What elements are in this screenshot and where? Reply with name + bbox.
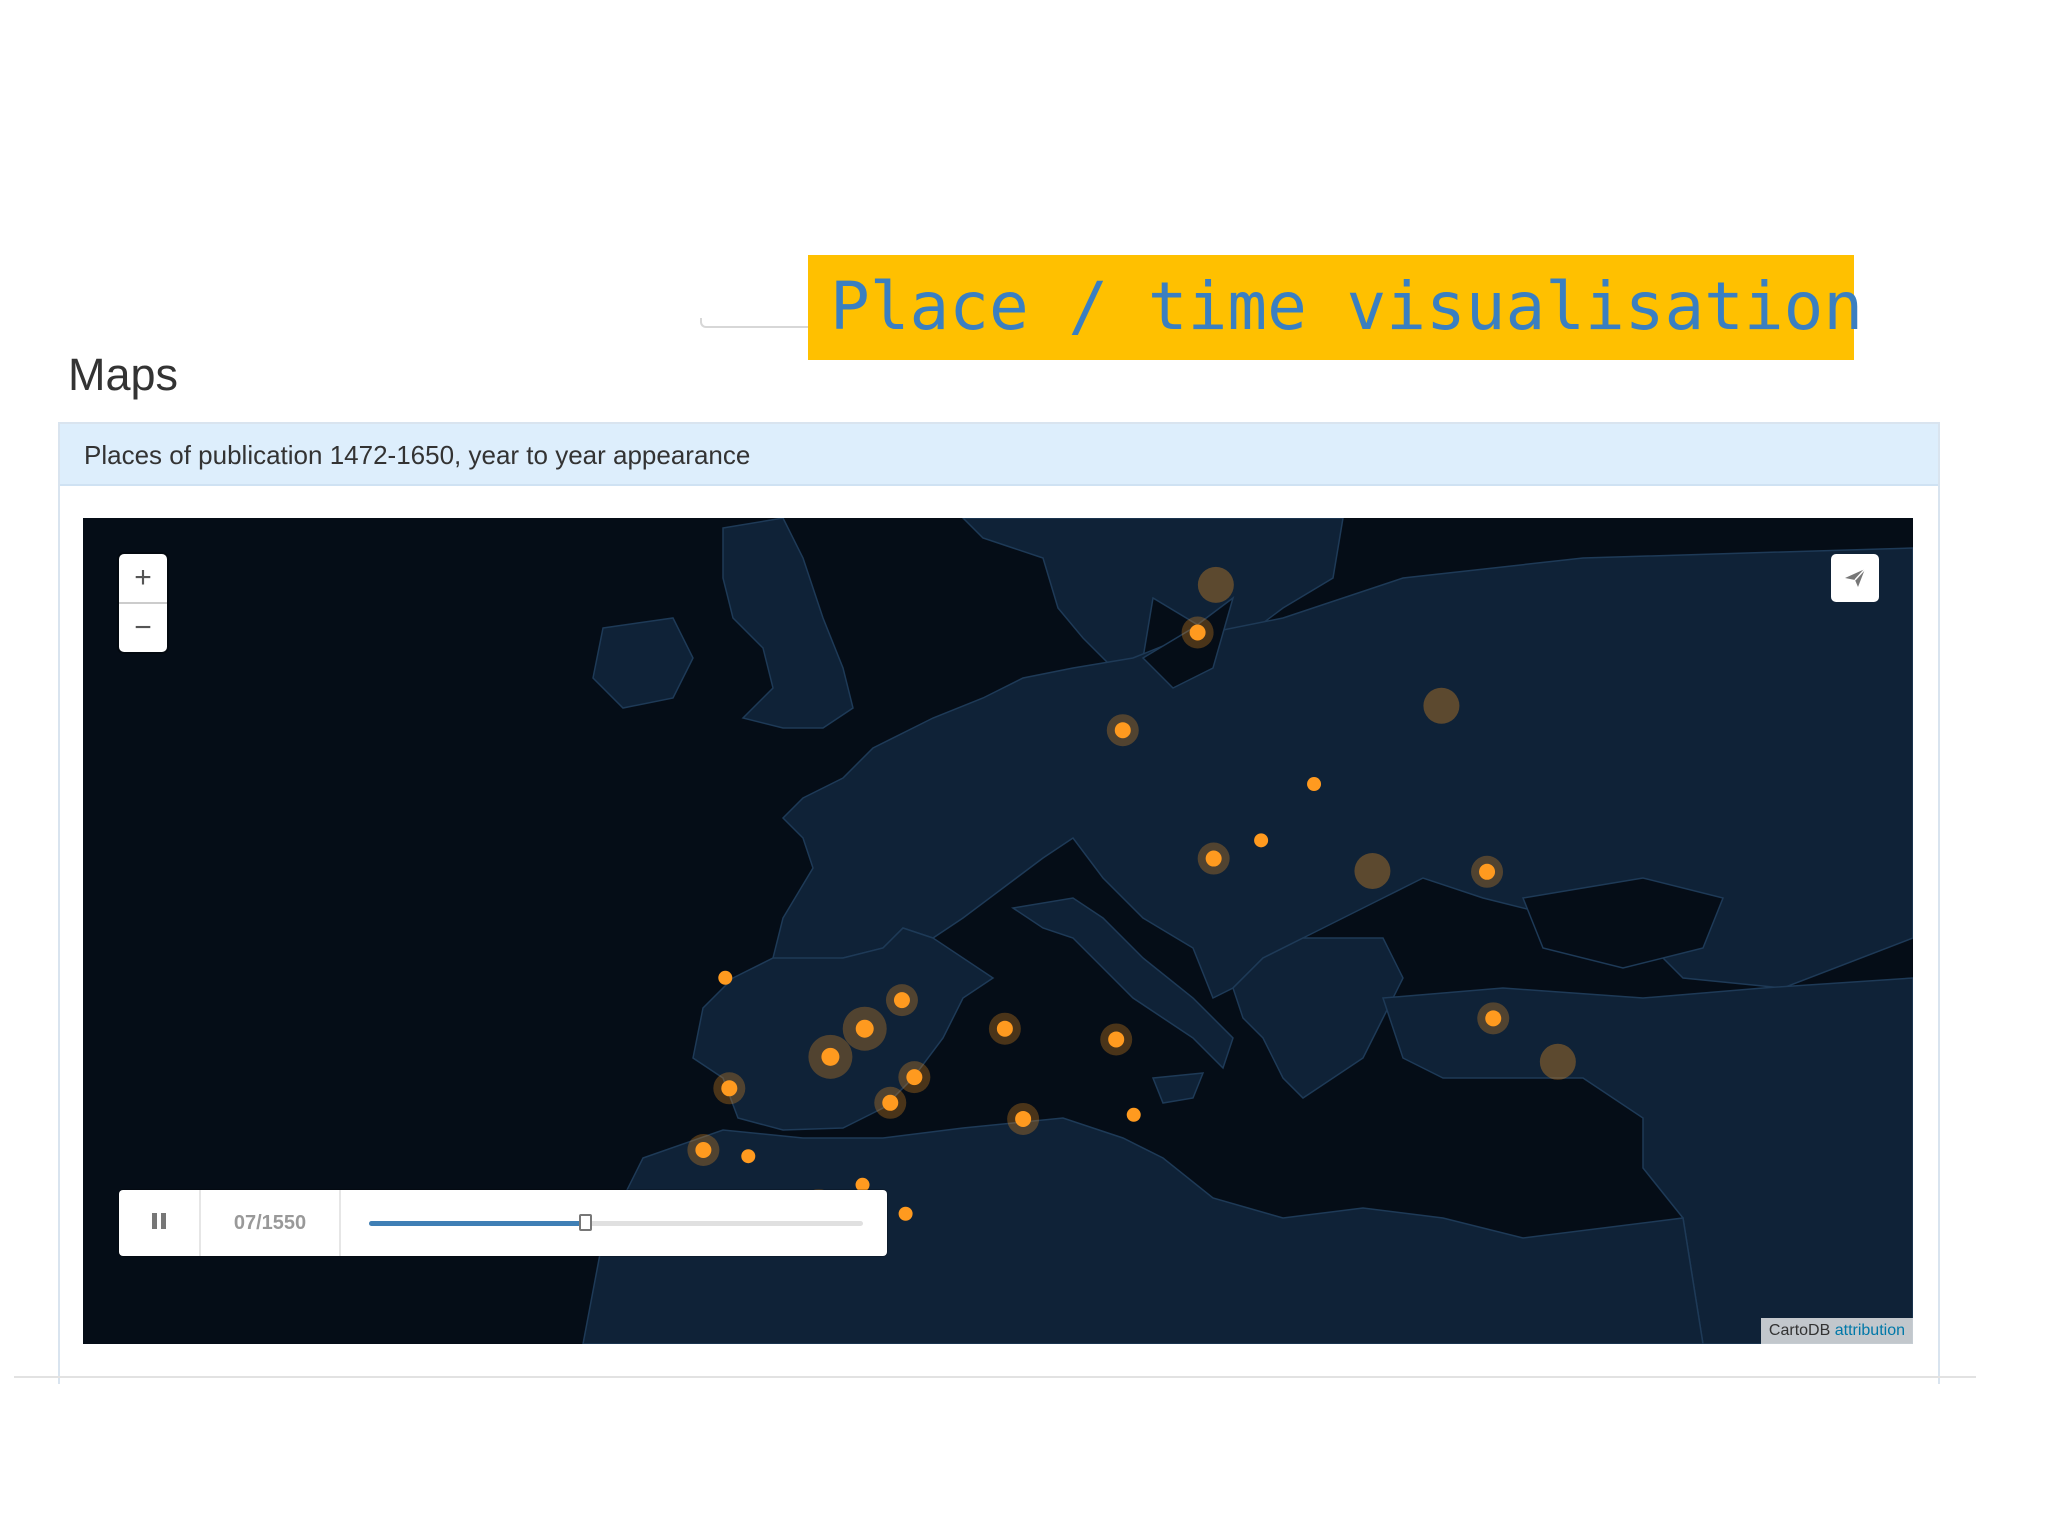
marker-burgos[interactable] bbox=[885, 984, 918, 1017]
pause-button[interactable] bbox=[119, 1190, 201, 1256]
marker-halo bbox=[1539, 1043, 1576, 1080]
land-sicily bbox=[1151, 1072, 1205, 1104]
marker-paris[interactable] bbox=[1106, 714, 1139, 747]
marker-naples[interactable] bbox=[1539, 1043, 1576, 1080]
marker-venice[interactable] bbox=[1471, 855, 1504, 888]
marker-milan[interactable] bbox=[1354, 852, 1391, 889]
marker-rome[interactable] bbox=[1477, 1002, 1510, 1035]
marker-halo bbox=[1423, 687, 1460, 724]
marker-geneva[interactable] bbox=[1254, 833, 1269, 848]
marker-dot bbox=[893, 992, 910, 1009]
marker-dot bbox=[898, 1206, 913, 1221]
marker-dot bbox=[996, 1020, 1013, 1037]
marker-halo bbox=[1197, 566, 1234, 603]
land-europe bbox=[772, 547, 1913, 1000]
land-balkans bbox=[1232, 937, 1404, 1099]
marker-basel[interactable] bbox=[1307, 777, 1322, 792]
marker-zaragoza[interactable] bbox=[988, 1012, 1021, 1045]
zoom-control: + − bbox=[119, 554, 167, 652]
marker-amsterdam[interactable] bbox=[1197, 566, 1234, 603]
timeline-progress bbox=[369, 1221, 587, 1226]
marker-valencia[interactable] bbox=[1007, 1102, 1040, 1135]
land-ireland bbox=[592, 617, 694, 709]
attribution-prefix: CartoDB bbox=[1768, 1322, 1831, 1339]
marker-toledo[interactable] bbox=[874, 1086, 907, 1119]
headline-text: Place / time visualisation bbox=[830, 268, 1864, 345]
marker-halo bbox=[1354, 852, 1391, 889]
marker-antwerp[interactable] bbox=[1181, 616, 1214, 649]
marker-dot bbox=[1479, 863, 1496, 880]
map-canvas[interactable]: + − 07/1550 CartoDB attribution bbox=[83, 518, 1913, 1344]
pause-icon bbox=[150, 1212, 168, 1234]
paper-plane-icon bbox=[1845, 568, 1866, 587]
marker-lisbon[interactable] bbox=[687, 1133, 720, 1166]
timeline-control: 07/1550 bbox=[119, 1190, 887, 1256]
marker-dot bbox=[1189, 624, 1206, 641]
marker-dot bbox=[1015, 1110, 1032, 1127]
marker-dot bbox=[1114, 722, 1131, 739]
timeline-handle[interactable] bbox=[579, 1214, 593, 1231]
marker-dot bbox=[721, 1080, 738, 1097]
marker-coimbra[interactable] bbox=[713, 1072, 746, 1105]
marker-alcala[interactable] bbox=[898, 1061, 931, 1094]
marker-dot bbox=[821, 1047, 840, 1066]
headline-banner: Place / time visualisation bbox=[808, 255, 1863, 360]
timeline-slider[interactable] bbox=[369, 1214, 863, 1231]
share-button[interactable] bbox=[1831, 554, 1879, 602]
marker-valladolid[interactable] bbox=[842, 1006, 887, 1051]
marker-dot bbox=[1205, 850, 1222, 867]
marker-dot bbox=[1108, 1031, 1125, 1048]
marker-dot bbox=[1254, 833, 1269, 848]
section-title: Maps bbox=[68, 349, 179, 400]
marker-barcelona[interactable] bbox=[1100, 1023, 1133, 1056]
attribution: CartoDB attribution bbox=[1760, 1318, 1913, 1344]
marker-dot bbox=[1485, 1010, 1502, 1027]
marker-dot bbox=[1307, 777, 1322, 792]
connector-line bbox=[700, 318, 812, 328]
marker-dot bbox=[906, 1069, 923, 1086]
marker-lyon[interactable] bbox=[1197, 842, 1230, 875]
zoom-in-button[interactable]: + bbox=[119, 554, 167, 604]
marker-dot bbox=[741, 1149, 756, 1164]
page-divider bbox=[14, 1376, 1976, 1378]
slide: Place / time visualisation Maps Places o… bbox=[0, 0, 2048, 1536]
marker-salamanca[interactable] bbox=[808, 1034, 853, 1079]
marker-nuremberg[interactable] bbox=[1423, 687, 1460, 724]
marker-dot bbox=[695, 1141, 712, 1158]
marker-dot bbox=[855, 1019, 874, 1038]
marker-dot bbox=[1126, 1107, 1141, 1122]
panel-heading: Places of publication 1472-1650, year to… bbox=[60, 424, 1938, 486]
zoom-out-button[interactable]: − bbox=[119, 604, 167, 652]
marker-dot bbox=[718, 970, 733, 985]
timeline-date: 07/1550 bbox=[201, 1190, 341, 1256]
panel-heading-text: Places of publication 1472-1650, year to… bbox=[84, 440, 751, 470]
land-britain bbox=[722, 518, 854, 729]
marker-mallorca[interactable] bbox=[1126, 1107, 1141, 1122]
attribution-link[interactable]: attribution bbox=[1835, 1322, 1905, 1339]
marker-santiago[interactable] bbox=[718, 970, 733, 985]
marker-evora[interactable] bbox=[741, 1149, 756, 1164]
marker-dot bbox=[882, 1094, 899, 1111]
marker-granada[interactable] bbox=[898, 1206, 913, 1221]
